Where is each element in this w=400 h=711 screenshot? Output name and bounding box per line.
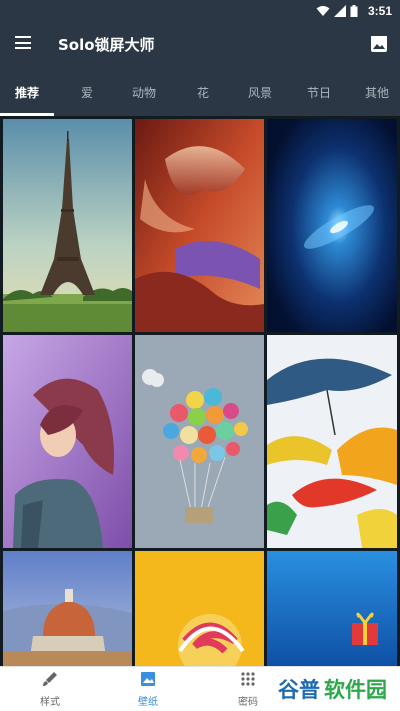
brush-icon <box>43 672 57 686</box>
status-icons <box>316 5 358 17</box>
watermark-logo: 谷普 软件园 <box>278 678 387 702</box>
tab-love[interactable]: 爱 <box>81 84 93 101</box>
wallpaper-blue-galaxy[interactable] <box>267 119 397 332</box>
nav-wallpaper[interactable]: 壁纸 <box>118 671 178 708</box>
status-time: 3:51 <box>367 4 392 18</box>
nav-wallpaper-label: 壁纸 <box>138 697 158 708</box>
tab-flowers[interactable]: 花 <box>197 84 209 101</box>
gallery-icon[interactable] <box>370 35 388 53</box>
wallpaper-umbrellas[interactable] <box>267 335 397 548</box>
wallpaper-blue-gift[interactable] <box>267 551 397 666</box>
wallpaper-girl-portrait[interactable] <box>3 335 132 548</box>
tab-animals[interactable]: 动物 <box>132 84 156 101</box>
wallpaper-lollipop[interactable] <box>135 551 264 666</box>
nav-password-label: 密码 <box>238 697 258 708</box>
wallpaper-button-balloon[interactable] <box>135 335 264 548</box>
image-icon <box>141 672 155 686</box>
battery-icon <box>350 5 358 17</box>
grid-lock-icon <box>241 672 255 686</box>
tab-scenery[interactable]: 风景 <box>248 84 272 101</box>
nav-style-label: 样式 <box>40 697 60 708</box>
app-bar: Solo锁屏大师 <box>0 24 400 66</box>
signal-icon <box>334 5 346 17</box>
wallpaper-grid <box>0 116 400 666</box>
nav-password[interactable]: 密码 <box>218 671 278 708</box>
wallpaper-florence-dome[interactable] <box>3 551 132 666</box>
tab-others[interactable]: 其他 <box>365 84 389 101</box>
category-tabs: 推荐 爱 动物 花 风景 节日 其他 <box>0 66 400 116</box>
nav-style[interactable]: 样式 <box>20 671 80 708</box>
tab-holidays[interactable]: 节日 <box>307 84 331 101</box>
wallpaper-red-canyon[interactable] <box>135 119 264 332</box>
tab-recommended[interactable]: 推荐 <box>15 84 39 101</box>
status-bar: 3:51 <box>0 0 400 24</box>
wifi-icon <box>316 6 330 16</box>
svg-text:软件园: 软件园 <box>324 678 387 702</box>
svg-text:谷普: 谷普 <box>278 678 320 702</box>
wallpaper-eiffel-tower[interactable] <box>3 119 132 332</box>
app-title: Solo锁屏大师 <box>58 36 155 54</box>
bottom-navigation: 样式 壁纸 密码 谷普 软件园 <box>0 666 400 711</box>
menu-icon[interactable] <box>15 36 31 49</box>
